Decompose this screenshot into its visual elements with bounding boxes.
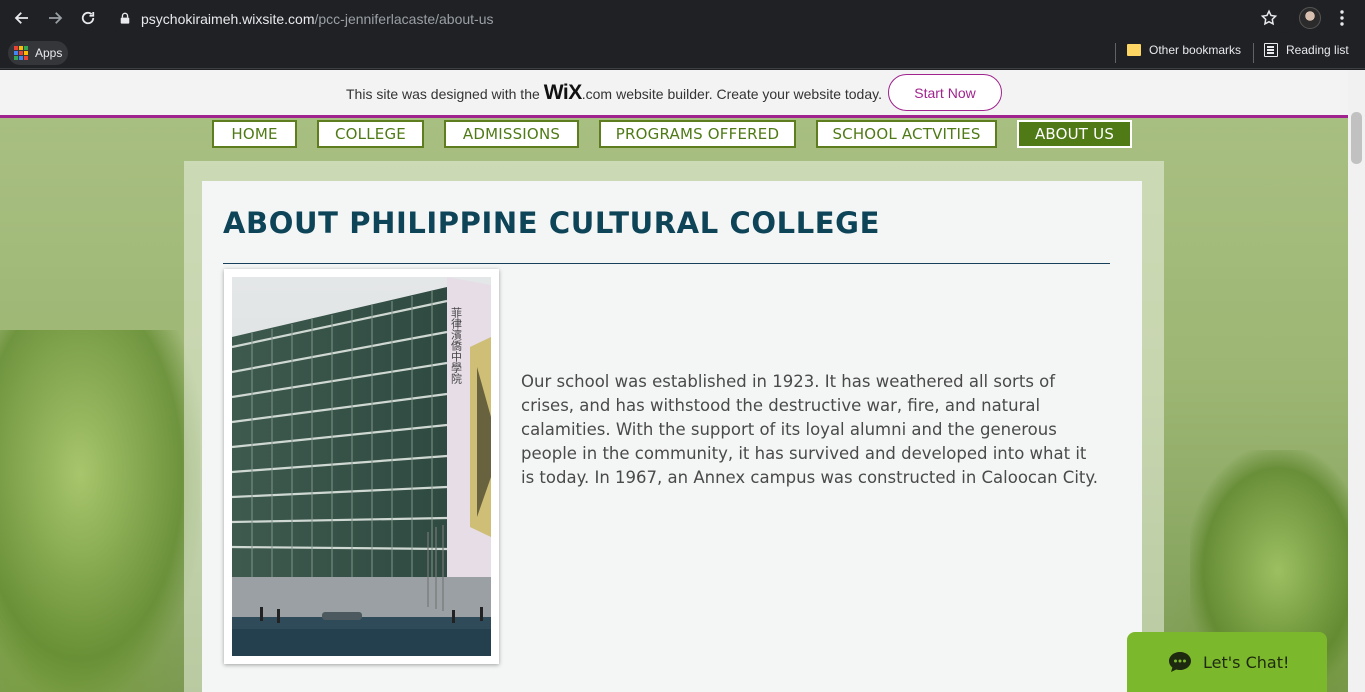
wix-text-after: website builder. Create your website tod… xyxy=(616,85,882,102)
background-tree xyxy=(0,330,200,692)
chat-bubble-icon xyxy=(1167,650,1193,674)
reading-list-label: Reading list xyxy=(1286,43,1349,57)
browser-toolbar: psychokiraimeh.wixsite.com/pcc-jenniferl… xyxy=(0,0,1365,37)
reading-list-icon xyxy=(1264,43,1278,57)
wix-logo: WiX xyxy=(543,80,582,104)
lock-icon xyxy=(119,12,133,26)
page-scrollbar[interactable] xyxy=(1348,70,1365,692)
profile-avatar[interactable] xyxy=(1299,7,1321,29)
nav-school-activities[interactable]: SCHOOL ACTVITIES xyxy=(816,120,997,148)
reload-icon[interactable] xyxy=(76,6,100,30)
reading-list-button[interactable]: Reading list xyxy=(1264,43,1349,57)
building-sign: 菲律濱僑中學院 xyxy=(450,307,463,384)
school-photo-frame: 菲律濱僑中學院 xyxy=(224,269,499,664)
other-bookmarks-button[interactable]: Other bookmarks xyxy=(1127,43,1241,57)
start-now-button[interactable]: Start Now xyxy=(887,74,1002,111)
forward-icon[interactable] xyxy=(43,6,67,30)
url-text: psychokiraimeh.wixsite.com/pcc-jenniferl… xyxy=(141,11,494,27)
more-menu-icon[interactable] xyxy=(1333,9,1351,27)
title-divider xyxy=(223,263,1110,264)
page-title: ABOUT PHILIPPINE CULTURAL COLLEGE xyxy=(223,206,880,240)
url-host: psychokiraimeh.wixsite.com xyxy=(141,10,315,27)
folder-icon xyxy=(1127,44,1141,56)
bookmarks-bar: Apps Other bookmarks Reading list xyxy=(0,37,1365,69)
wix-domain: .com xyxy=(581,85,613,102)
wix-banner-text: This site was designed with the WiX .com… xyxy=(346,81,882,105)
wix-promo-banner: This site was designed with the WiX .com… xyxy=(0,70,1348,118)
bookmarks-divider xyxy=(1253,43,1254,63)
bookmark-star-icon[interactable] xyxy=(1260,9,1278,27)
school-building-image: 菲律濱僑中學院 xyxy=(232,277,491,656)
apps-button[interactable]: Apps xyxy=(8,41,69,65)
nav-college[interactable]: COLLEGE xyxy=(317,120,424,148)
about-paragraph: Our school was established in 1923. It h… xyxy=(521,372,1099,487)
page-viewport: This site was designed with the WiX .com… xyxy=(0,70,1365,692)
scrollbar-thumb[interactable] xyxy=(1351,112,1362,164)
bookmarks-divider xyxy=(1115,43,1116,63)
apps-grid-icon xyxy=(14,46,28,60)
url-path: /pcc-jenniferlacaste/about-us xyxy=(314,10,494,27)
other-bookmarks-label: Other bookmarks xyxy=(1149,43,1242,57)
nav-admissions[interactable]: ADMISSIONS xyxy=(444,120,579,148)
back-icon[interactable] xyxy=(10,6,34,30)
chat-label: Let's Chat! xyxy=(1203,652,1290,672)
nav-about-us[interactable]: ABOUT US xyxy=(1017,120,1132,148)
address-bar[interactable]: psychokiraimeh.wixsite.com/pcc-jenniferl… xyxy=(108,4,1296,33)
nav-home[interactable]: HOME xyxy=(212,120,297,148)
nav-programs-offered[interactable]: PROGRAMS OFFERED xyxy=(599,120,796,148)
apps-label: Apps xyxy=(35,46,63,60)
lets-chat-button[interactable]: Let's Chat! xyxy=(1127,632,1327,692)
wix-text-before: This site was designed with the xyxy=(346,85,540,102)
